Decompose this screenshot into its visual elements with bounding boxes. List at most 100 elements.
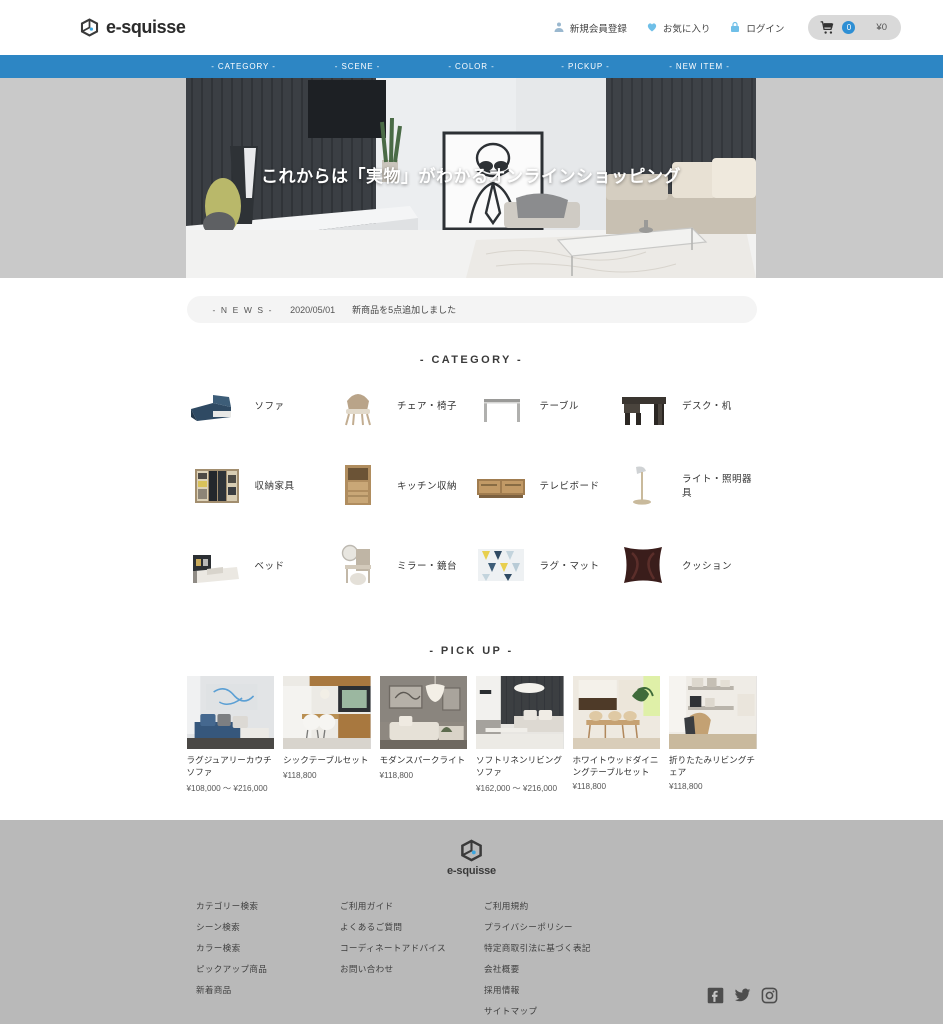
- nav-item-category[interactable]: - CATEGORY -: [187, 62, 301, 71]
- category-label: テーブル: [539, 401, 579, 412]
- footer-link[interactable]: カラー検索: [196, 942, 340, 954]
- favorites-link[interactable]: お気に入り: [646, 21, 711, 35]
- lock-icon: [729, 21, 741, 34]
- category-item-rug[interactable]: ラグ・マット: [472, 543, 615, 587]
- nav-item-color[interactable]: - COLOR -: [415, 62, 529, 71]
- category-label: デスク・机: [682, 401, 732, 412]
- header-actions: 新規会員登録 お気に入り ログイン 0 ¥0: [553, 15, 901, 40]
- site-logo[interactable]: e-squisse: [80, 17, 186, 38]
- favorites-label: お気に入り: [662, 23, 711, 35]
- category-label: ミラー・鏡台: [397, 561, 458, 572]
- category-item-table[interactable]: テーブル: [472, 383, 615, 427]
- mirror-thumb: [341, 544, 371, 585]
- footer-link[interactable]: 会社概要: [484, 963, 684, 975]
- category-label: キッチン収納: [397, 481, 458, 492]
- nav-item-new-item[interactable]: - NEW ITEM -: [643, 62, 757, 71]
- register-label: 新規会員登録: [569, 23, 627, 35]
- footer-column-legal: ご利用規約 プライバシーポリシー 特定商取引法に基づく表記 会社概要 採用情報 …: [484, 900, 684, 1024]
- footer-link[interactable]: 特定商取引法に基づく表記: [484, 942, 684, 954]
- footer-link[interactable]: 採用情報: [484, 984, 684, 996]
- cart-count-badge: 0: [842, 21, 856, 34]
- pickup-item[interactable]: モダンスパークライト ¥118,800: [379, 676, 467, 794]
- category-item-light[interactable]: ライト・照明器具: [614, 463, 757, 507]
- instagram-icon[interactable]: [761, 987, 778, 1004]
- pickup-price: ¥162,000 ～ ¥216,000: [476, 784, 558, 794]
- table-thumb: [483, 399, 520, 422]
- pickup-item[interactable]: シックテーブルセット ¥118,800: [283, 676, 371, 794]
- footer-link[interactable]: お問い合わせ: [340, 963, 484, 975]
- footer-logo[interactable]: e-squisse: [0, 820, 943, 877]
- nav-item-scene[interactable]: - SCENE -: [301, 62, 415, 71]
- white-wood-dining-room: [572, 676, 660, 749]
- pickup-price: ¥118,800: [379, 770, 414, 780]
- site-footer: e-squisse カテゴリー検索 シーン検索 カラー検索 ピックアップ商品 新…: [0, 820, 943, 1024]
- twitter-icon[interactable]: [734, 987, 751, 1004]
- desk-thumb: [622, 397, 666, 425]
- category-item-tv-board[interactable]: テレビボード: [472, 463, 615, 507]
- dining-table-room: [283, 676, 371, 749]
- linen-sofa-room: [476, 676, 564, 749]
- main-nav: - CATEGORY - - SCENE - - COLOR - - PICKU…: [0, 55, 943, 78]
- pickup-section-title: - PICK UP -: [429, 645, 514, 657]
- footer-link[interactable]: コーディネートアドバイス: [340, 942, 484, 954]
- footer-link[interactable]: シーン検索: [196, 921, 340, 933]
- page-root: e-squisse 新規会員登録 お気に入り ログイン 0 ¥0 - CATEG…: [0, 0, 943, 1024]
- cart-icon: [820, 20, 835, 35]
- news-label: - N E W S -: [212, 304, 274, 315]
- category-label: チェア・椅子: [397, 401, 458, 412]
- category-item-desk[interactable]: デスク・机: [614, 383, 757, 427]
- cart-total: ¥0: [876, 22, 887, 33]
- hero-banner[interactable]: これからは「実物」がわかるオンラインショッピング: [186, 78, 756, 278]
- register-link[interactable]: 新規会員登録: [553, 21, 627, 35]
- pickup-price: ¥118,800: [669, 782, 703, 792]
- pickup-price: ¥118,800: [283, 770, 317, 780]
- footer-link[interactable]: よくあるご質問: [340, 921, 484, 933]
- footer-link[interactable]: ご利用ガイド: [340, 900, 484, 912]
- pickup-name: シックテーブルセット: [283, 755, 369, 765]
- pendant-light-room: [379, 676, 467, 749]
- pickup-item[interactable]: ソフトリネンリビングソファ ¥162,000 ～ ¥216,000: [476, 676, 564, 794]
- footer-link[interactable]: カテゴリー検索: [196, 900, 340, 912]
- pickup-name: ホワイトウッドダイニングテーブルセット: [572, 755, 659, 777]
- light-thumb: [633, 466, 651, 505]
- category-item-sofa[interactable]: ソファ: [187, 383, 330, 427]
- site-header: e-squisse 新規会員登録 お気に入り ログイン 0 ¥0: [0, 0, 943, 55]
- footer-column-guide: ご利用ガイド よくあるご質問 コーディネートアドバイス お問い合わせ: [340, 900, 484, 1024]
- folding-chair-room: [669, 676, 757, 749]
- facebook-icon[interactable]: [707, 987, 724, 1004]
- footer-link[interactable]: ピックアップ商品: [196, 963, 340, 975]
- category-label: 収納家具: [254, 481, 295, 492]
- footer-column-search: カテゴリー検索 シーン検索 カラー検索 ピックアップ商品 新着商品: [196, 900, 340, 1024]
- category-item-chair[interactable]: チェア・椅子: [329, 383, 472, 427]
- category-item-kitchen-storage[interactable]: キッチン収納: [329, 463, 472, 507]
- footer-link[interactable]: 新着商品: [196, 984, 340, 996]
- pickup-item[interactable]: ラグジュアリーカウチソファ ¥108,000 ～ ¥216,000: [186, 676, 274, 794]
- main-content: - N E W S - 2020/05/01 新商品を5点追加しました - CA…: [0, 278, 943, 795]
- cube-logo-icon: [80, 18, 99, 37]
- nav-item-pickup[interactable]: - PICKUP -: [529, 62, 643, 71]
- pickup-item[interactable]: 折りたたみリビングチェア ¥118,800: [669, 676, 757, 794]
- footer-link[interactable]: サイトマップ: [484, 1005, 684, 1017]
- news-text: 新商品を5点追加しました: [352, 305, 457, 315]
- category-grid: ソファ チェア・椅子 テーブル デスク・机 収納家具 キッチン収納 テレビボード…: [187, 383, 757, 587]
- category-item-cushion[interactable]: クッション: [614, 543, 757, 587]
- chair-thumb: [329, 383, 387, 427]
- category-item-storage[interactable]: 収納家具: [187, 463, 330, 507]
- social-links: [707, 987, 778, 1004]
- pickup-item[interactable]: ホワイトウッドダイニングテーブルセット ¥118,800: [572, 676, 660, 794]
- news-date: 2020/05/01: [290, 304, 336, 315]
- footer-link[interactable]: ご利用規約: [484, 900, 684, 912]
- category-item-bed[interactable]: ベッド: [187, 543, 330, 587]
- bed-thumb: [192, 555, 239, 583]
- news-banner[interactable]: - N E W S - 2020/05/01 新商品を5点追加しました: [186, 296, 757, 323]
- footer-link[interactable]: プライバシーポリシー: [484, 921, 684, 933]
- pickup-price: ¥118,800: [572, 782, 607, 792]
- storage-thumb: [194, 469, 239, 503]
- login-link[interactable]: ログイン: [729, 21, 784, 35]
- pickup-grid: ラグジュアリーカウチソファ ¥108,000 ～ ¥216,000 シックテーブ…: [186, 676, 757, 794]
- cart-button[interactable]: 0 ¥0: [808, 15, 901, 40]
- category-item-mirror[interactable]: ミラー・鏡台: [329, 543, 472, 587]
- category-label: ライト・照明器具: [682, 474, 753, 499]
- pickup-name: ソフトリネンリビングソファ: [476, 755, 562, 777]
- kitchen-storage-thumb: [345, 465, 371, 505]
